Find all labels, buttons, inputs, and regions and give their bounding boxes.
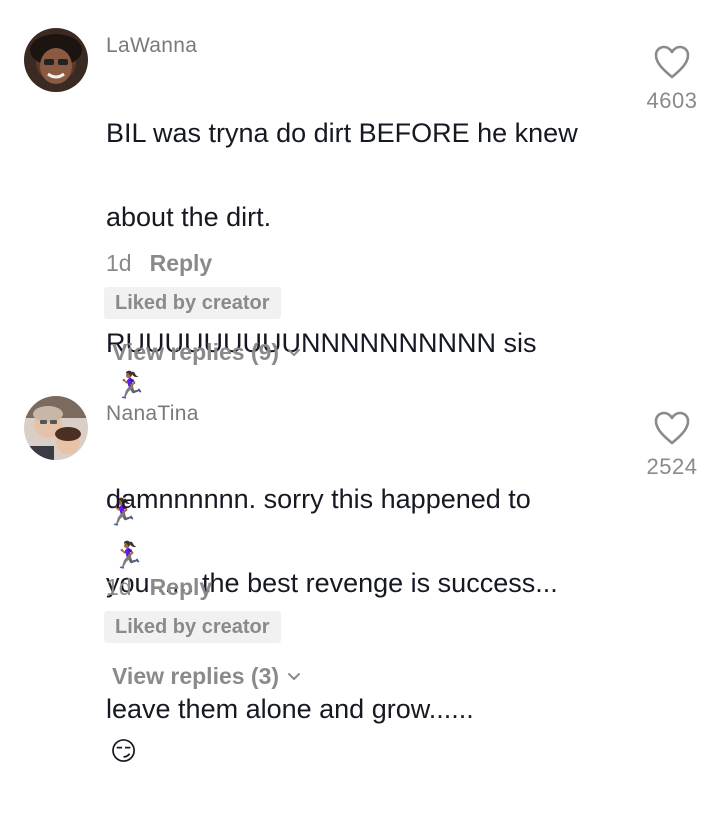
view-replies-button[interactable]: View replies (9)	[112, 339, 301, 366]
avatar[interactable]	[24, 28, 88, 92]
comment-meta: 1d Reply	[106, 574, 212, 601]
comment-line: damnnnnnn. sorry this happened to	[106, 484, 531, 514]
view-replies-label: View replies (3)	[112, 663, 280, 689]
comment-line-text: leave them alone and grow......	[106, 694, 474, 724]
comment-item: LaWanna BIL was tryna do dirt BEFORE he …	[0, 0, 720, 571]
liked-by-creator-badge: Liked by creator	[104, 287, 281, 319]
reply-button[interactable]: Reply	[150, 250, 213, 277]
reply-button[interactable]: Reply	[150, 574, 213, 601]
liked-by-creator-badge: Liked by creator	[104, 611, 281, 643]
comment-item: NanaTina damnnnnnn. sorry this happened …	[0, 380, 720, 767]
like-count: 4603	[646, 88, 698, 113]
heart-icon[interactable]	[653, 44, 691, 80]
timestamp: 1d	[106, 574, 132, 600]
avatar[interactable]	[24, 396, 88, 460]
heart-icon[interactable]	[653, 410, 691, 446]
username[interactable]: LaWanna	[106, 34, 197, 58]
username[interactable]: NanaTina	[106, 402, 199, 426]
timestamp: 1d	[106, 250, 132, 276]
comment-meta: 1d Reply	[106, 250, 212, 277]
view-replies-label: View replies (9)	[112, 339, 280, 365]
smirk-emoji-icon: 😏	[110, 737, 138, 767]
view-replies-button[interactable]: View replies (3)	[112, 663, 301, 690]
comment-line: BIL was tryna do dirt BEFORE he knew	[106, 118, 578, 148]
avatar-photo-icon	[24, 28, 88, 92]
comment-line: about the dirt.	[106, 202, 272, 232]
like-column: 2524	[640, 410, 704, 480]
like-column: 4603	[640, 44, 704, 114]
avatar-photo-icon	[24, 396, 88, 460]
like-count: 2524	[646, 454, 698, 479]
chevron-down-icon	[288, 348, 301, 356]
chevron-down-icon	[288, 672, 301, 680]
